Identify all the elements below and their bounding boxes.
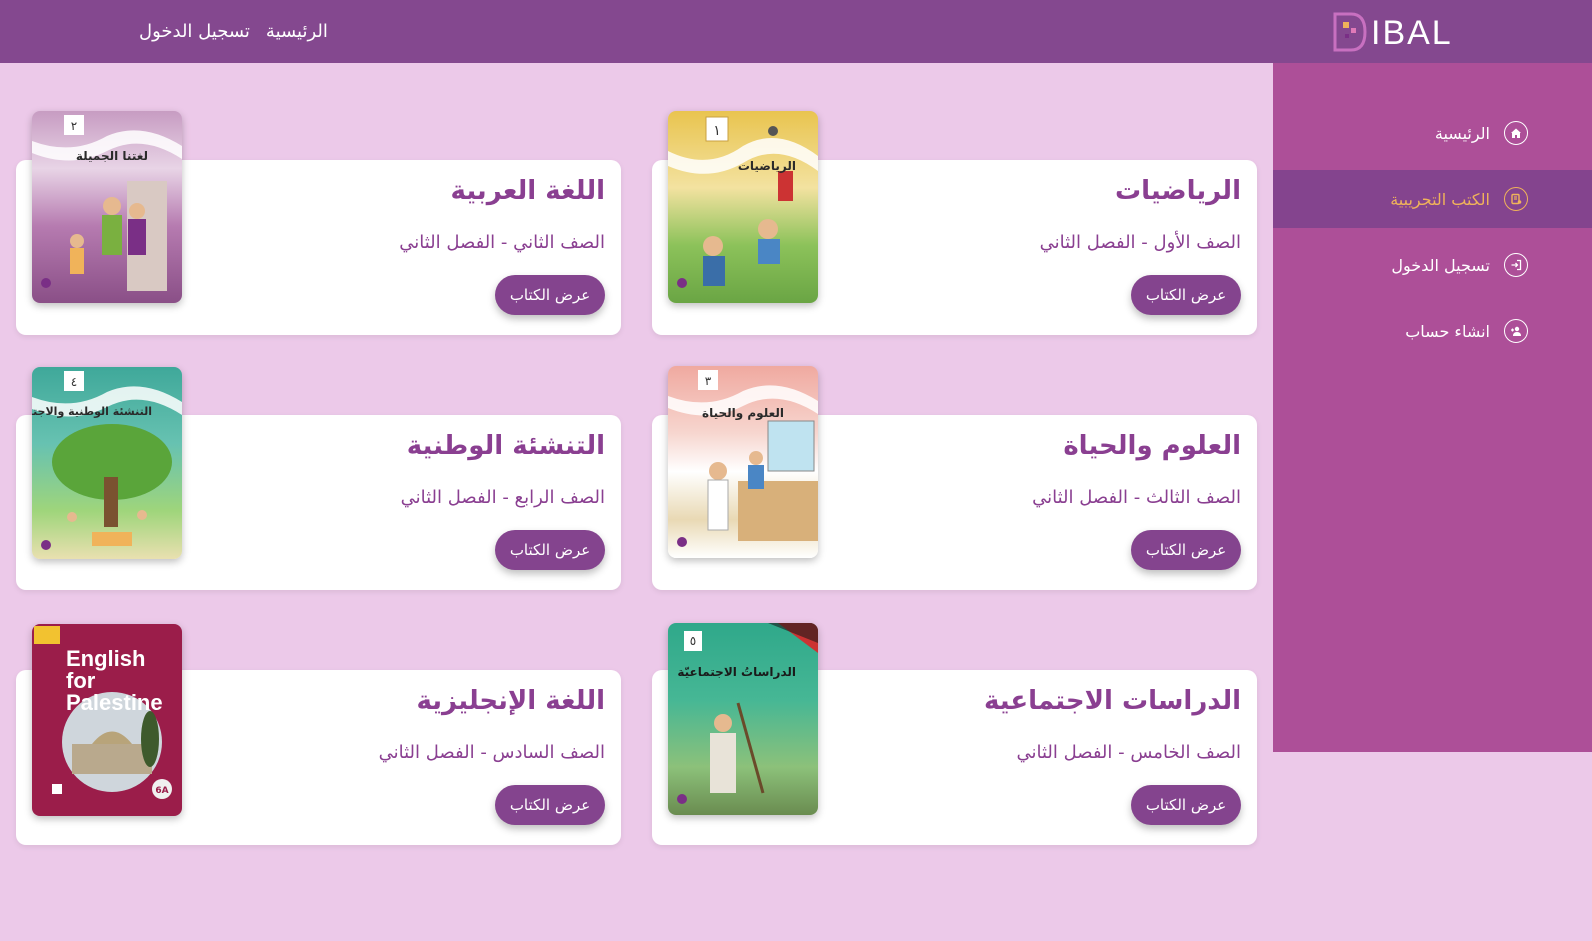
book-icon	[1504, 187, 1528, 211]
top-nav-login-link[interactable]: تسجيل الدخول	[139, 21, 250, 42]
svg-text:٥: ٥	[690, 634, 696, 648]
book-grade: الصف الثاني - الفصل الثاني	[399, 232, 605, 253]
book-cover-science[interactable]: ٣ العلوم والحياة	[668, 366, 818, 558]
book-cover-math[interactable]: ١ الرياضيات	[668, 111, 818, 303]
cover-title-text: لغتنا الجميلة	[75, 149, 148, 163]
view-book-button[interactable]: عرض الكتاب	[495, 275, 605, 315]
book-grade: الصف الخامس - الفصل الثاني	[1016, 742, 1241, 763]
sidebar-item-label: الرئيسية	[1434, 123, 1490, 143]
cover-title-text: الرياضيات	[737, 159, 796, 173]
national-cover-illustration: ٤	[32, 371, 182, 550]
book-title: الرياضيات	[1114, 176, 1241, 206]
login-icon	[1504, 253, 1528, 277]
add-user-icon	[1504, 319, 1528, 343]
view-book-button[interactable]: عرض الكتاب	[1131, 530, 1241, 570]
book-grade: الصف الرابع - الفصل الثاني	[400, 487, 605, 508]
sidebar-item-register[interactable]: انشاء حساب	[1273, 302, 1592, 360]
sidebar: الرئيسية الكتب التجريبية تسجيل الدخول ان…	[1273, 63, 1592, 752]
sidebar-item-label: تسجيل الدخول	[1391, 255, 1490, 275]
arabic-cover-illustration: ٢	[32, 115, 182, 291]
sidebar-item-label: انشاء حساب	[1405, 321, 1490, 341]
science-cover-illustration: ٣	[668, 370, 818, 547]
svg-text:١: ١	[713, 123, 721, 139]
sidebar-item-label: الكتب التجريبية	[1390, 189, 1490, 209]
cover-title-text: الدراساتُ الاجتماعيّة	[677, 665, 796, 679]
cover-title-text: العلوم والحياة	[701, 406, 784, 420]
view-book-button[interactable]: عرض الكتاب	[495, 785, 605, 825]
book-grade: الصف الأول - الفصل الثاني	[1039, 232, 1241, 253]
svg-text:٣: ٣	[705, 374, 712, 388]
view-book-button[interactable]: عرض الكتاب	[495, 530, 605, 570]
sidebar-item-login[interactable]: تسجيل الدخول	[1273, 236, 1592, 294]
cover-title-text: التنشئة الوطنية والاجتماعية	[32, 405, 152, 418]
top-navbar: الرئيسية تسجيل الدخول IBAL	[0, 0, 1592, 63]
svg-text:٢: ٢	[71, 119, 77, 133]
book-title: العلوم والحياة	[1063, 431, 1241, 461]
logo-text: IBAL	[1371, 14, 1453, 52]
math-cover-illustration: ١	[668, 116, 818, 288]
book-cover-english[interactable]: 6A English for Palestine	[32, 624, 182, 816]
svg-text:٤: ٤	[71, 375, 77, 389]
ibal-logo[interactable]: IBAL	[1329, 8, 1453, 54]
top-nav-home-link[interactable]: الرئيسية	[266, 21, 328, 42]
svg-text:6A: 6A	[155, 786, 168, 796]
sidebar-item-trial-books[interactable]: الكتب التجريبية	[1273, 170, 1592, 228]
view-book-button[interactable]: عرض الكتاب	[1131, 785, 1241, 825]
book-grade: الصف الثالث - الفصل الثاني	[1032, 487, 1241, 508]
book-cover-national[interactable]: ٤ التنشئة الوطنية والاجتماعية	[32, 367, 182, 559]
book-grade: الصف السادس - الفصل الثاني	[378, 742, 605, 763]
book-title: الدراسات الاجتماعية	[983, 686, 1241, 716]
social-cover-illustration: ٥	[677, 623, 818, 804]
book-cover-arabic[interactable]: ٢ لغتنا الجميلة	[32, 111, 182, 303]
view-book-button[interactable]: عرض الكتاب	[1131, 275, 1241, 315]
book-title: اللغة الإنجليزية	[416, 686, 606, 716]
sidebar-item-home[interactable]: الرئيسية	[1273, 104, 1592, 162]
book-cover-social[interactable]: ٥ الدراساتُ الاجتماعيّة	[668, 623, 818, 815]
top-nav-links: الرئيسية تسجيل الدخول	[139, 0, 328, 63]
cover-title-text: English for Palestine	[66, 646, 163, 715]
book-title: التنشئة الوطنية	[406, 431, 605, 461]
book-title: اللغة العربية	[450, 176, 605, 206]
home-icon	[1504, 121, 1528, 145]
